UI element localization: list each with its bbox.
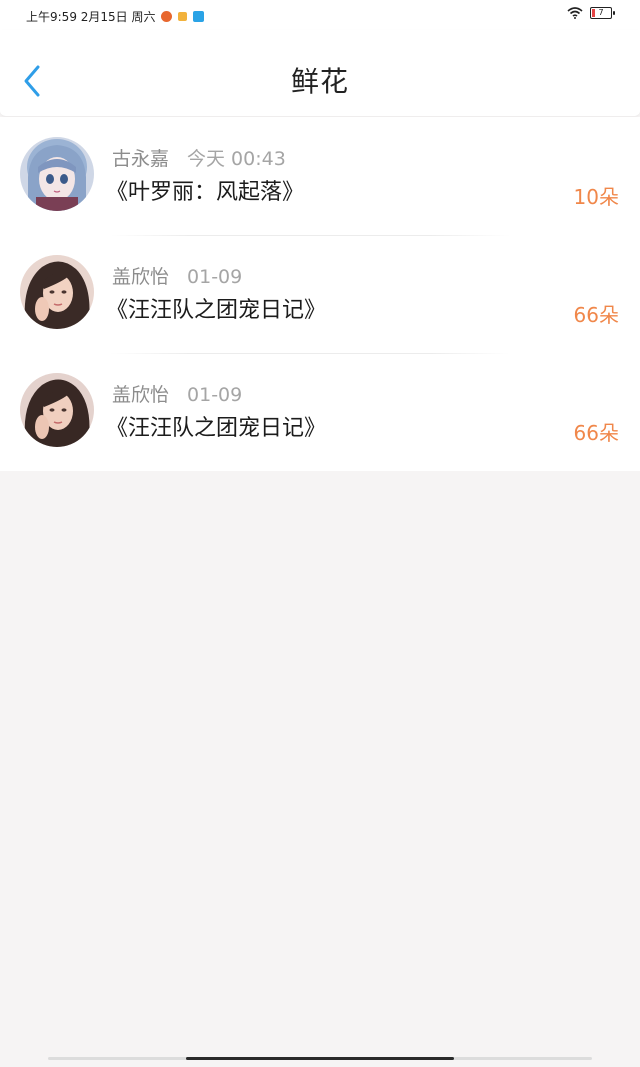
user-name: 盖欣怡: [112, 266, 170, 288]
header: 鲜花: [0, 30, 640, 117]
home-indicator-bar[interactable]: [186, 1057, 454, 1060]
status-right: 7: [567, 7, 615, 19]
list-item[interactable]: 盖欣怡 01-09 《汪汪队之团宠日记》 66朵: [0, 235, 640, 353]
wifi-icon: [567, 7, 583, 19]
list-item[interactable]: 盖欣怡 01-09 《汪汪队之团宠日记》 66朵: [0, 353, 640, 471]
status-bar: 上午9:59 2月15日 周六 7: [0, 0, 640, 30]
app-icon-orange: [161, 11, 173, 22]
book-title: 《汪汪队之团宠日记》: [106, 298, 327, 323]
list-item[interactable]: 古永嘉 今天 00:43 《叶罗丽：风起落》 10朵: [0, 117, 640, 235]
flower-amount: 66朵: [573, 421, 619, 445]
user-name: 古永嘉: [112, 148, 170, 170]
battery-level: 7: [598, 8, 604, 17]
battery-icon: 7: [590, 7, 615, 19]
flower-amount: 66朵: [573, 303, 619, 327]
item-time: 01-09: [187, 266, 243, 288]
flower-list: 古永嘉 今天 00:43 《叶罗丽：风起落》 10朵 盖欣怡 01-09 《汪汪队之…: [0, 117, 640, 471]
anime-girl-avatar[interactable]: [20, 137, 94, 211]
app-icon-food: [178, 12, 188, 21]
book-title: 《叶罗丽：风起落》: [106, 180, 305, 205]
status-time: 上午9:59 2月15日 周六: [26, 10, 156, 24]
girl-photo-avatar[interactable]: [20, 373, 94, 447]
item-meta: 盖欣怡 01-09: [112, 262, 242, 289]
app-icon-blue: [193, 11, 205, 22]
flower-amount: 10朵: [573, 185, 619, 209]
item-time: 01-09: [187, 384, 243, 406]
page-title: 鲜花: [290, 65, 349, 98]
item-meta: 盖欣怡 01-09: [112, 380, 242, 407]
user-name: 盖欣怡: [112, 384, 170, 406]
girl-photo-avatar[interactable]: [20, 255, 94, 329]
book-title: 《汪汪队之团宠日记》: [106, 416, 327, 441]
home-indicator[interactable]: [48, 1057, 592, 1060]
item-time: 今天 00:43: [187, 148, 286, 170]
status-left: 上午9:59 2月15日 周六: [26, 8, 205, 25]
item-meta: 古永嘉 今天 00:43: [112, 144, 286, 171]
